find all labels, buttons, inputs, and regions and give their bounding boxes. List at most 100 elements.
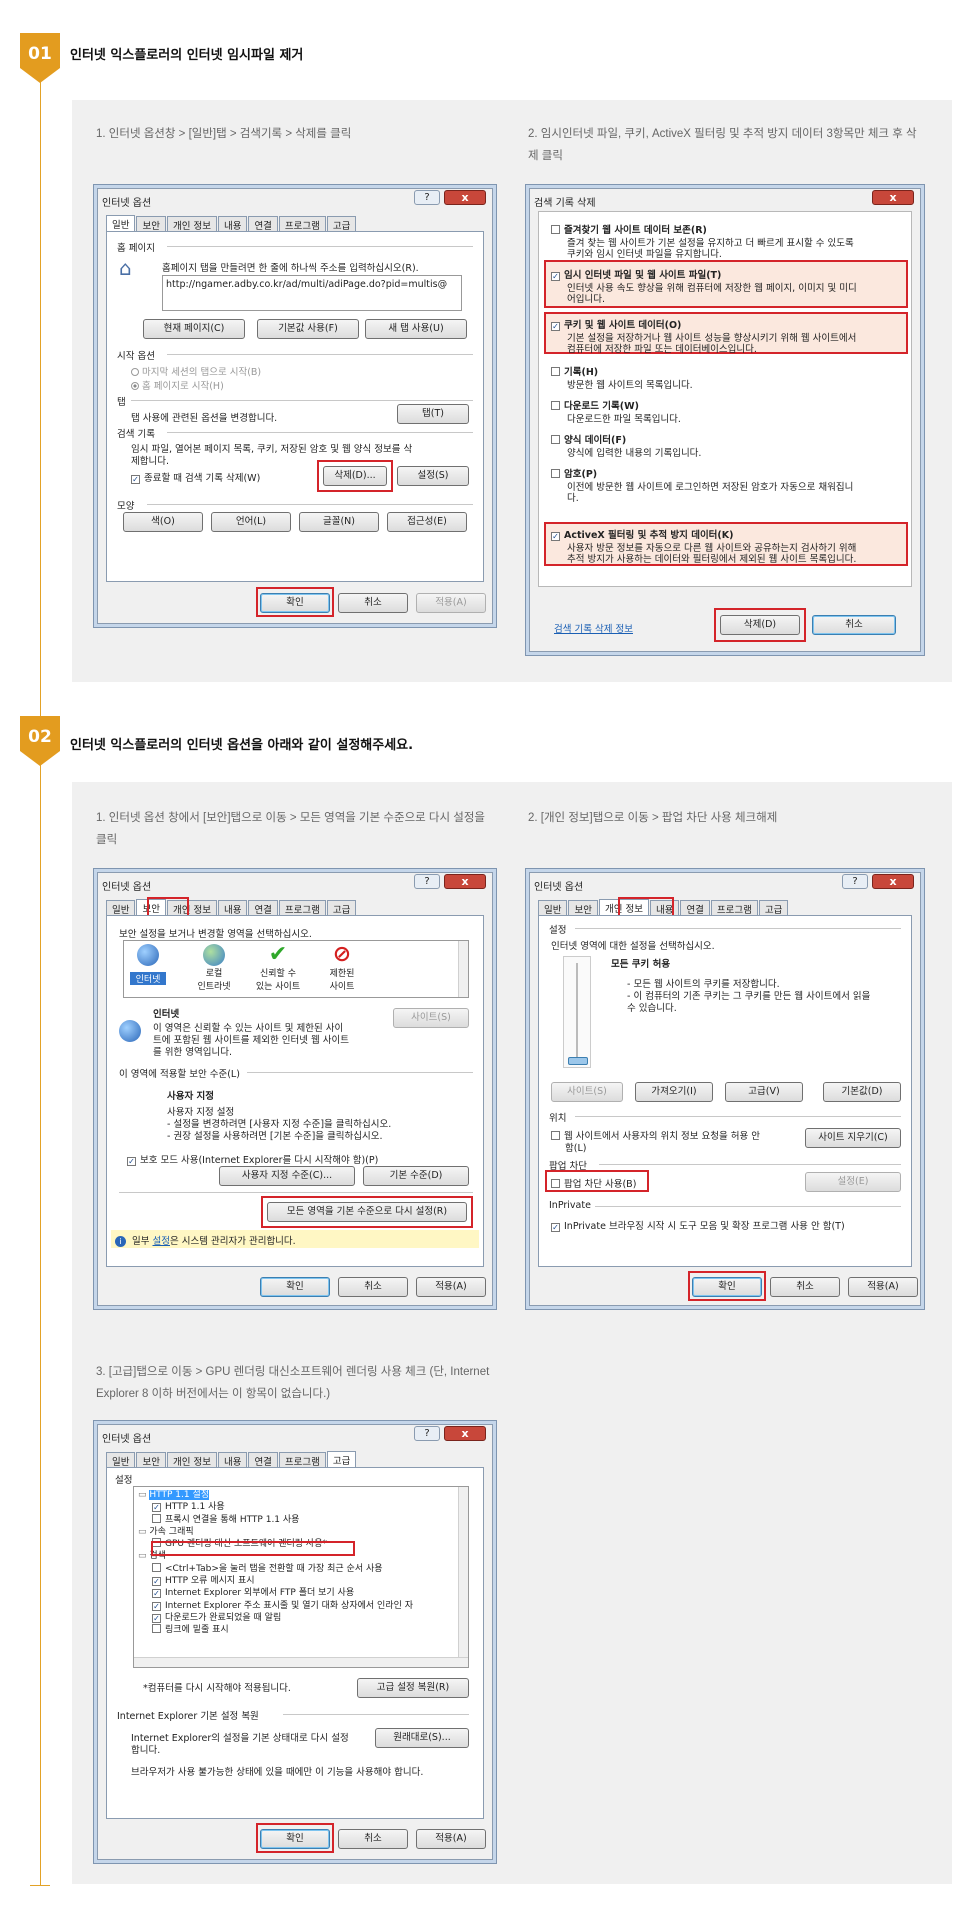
tab-advanced[interactable]: 고급 — [326, 1451, 357, 1467]
highlight-box — [151, 1541, 355, 1556]
tab-connections[interactable]: 연결 — [248, 1452, 278, 1468]
custom-level-button[interactable]: 사용자 지정 수준(C)... — [219, 1166, 355, 1186]
close-button[interactable]: x — [444, 874, 486, 889]
tree-option[interactable]: 프록시 연결을 통해 HTTP 1.1 사용 — [138, 1513, 464, 1526]
option-history[interactable]: 기록(H) — [551, 364, 598, 378]
sites-button[interactable]: 사이트(S) — [551, 1082, 623, 1102]
tab-security[interactable]: 보안 — [568, 900, 598, 916]
clear-sites-button[interactable]: 사이트 지우기(C) — [805, 1128, 901, 1148]
level-desc: 수 있습니다. — [627, 1003, 677, 1014]
tab-advanced[interactable]: 고급 — [758, 900, 789, 916]
zone-trusted-sites[interactable]: ✔ 신뢰할 수 있는 사이트 — [248, 944, 308, 993]
default-level-button[interactable]: 기본 수준(D) — [363, 1166, 469, 1186]
zone-restricted-sites[interactable]: ⊘ 제한된 사이트 — [318, 944, 366, 993]
languages-button[interactable]: 언어(L) — [211, 512, 291, 532]
tab-privacy[interactable]: 개인 정보 — [166, 216, 217, 232]
protected-mode-checkbox[interactable]: ✓ 보호 모드 사용(Internet Explorer를 다시 시작해야 함)(… — [127, 1152, 378, 1166]
tree-option[interactable]: ✓ HTTP 오류 메시지 표시 — [138, 1575, 464, 1587]
option-preserve-favorites[interactable]: 즐겨찾기 웹 사이트 데이터 보존(R) — [551, 222, 707, 236]
cancel-button[interactable]: 취소 — [338, 593, 408, 613]
tab-general[interactable]: 일반 — [106, 900, 136, 916]
option-form-data[interactable]: 양식 데이터(F) — [551, 432, 626, 446]
highlight-box — [261, 1196, 473, 1228]
privacy-slider[interactable] — [563, 956, 591, 1068]
advanced-button[interactable]: 고급(V) — [725, 1082, 803, 1102]
option-download-history[interactable]: 다운로드 기록(W) — [551, 398, 639, 412]
import-button[interactable]: 가져오기(I) — [635, 1082, 713, 1102]
startup-option-homepage[interactable]: 홈 페이지로 시작(H) — [131, 378, 224, 392]
current-page-button[interactable]: 현재 페이지(C) — [143, 319, 245, 339]
apply-button[interactable]: 적용(A) — [416, 1277, 486, 1297]
settings-link[interactable]: 설정 — [153, 1236, 170, 1247]
tab-advanced[interactable]: 고급 — [326, 216, 357, 232]
zone-scrollbar[interactable] — [458, 941, 468, 997]
colors-button[interactable]: 색(O) — [123, 512, 203, 532]
tab-connections[interactable]: 연결 — [680, 900, 710, 916]
tab-programs[interactable]: 프로그램 — [278, 216, 326, 232]
tree-option[interactable]: <Ctrl+Tab>을 눌러 탭을 전환할 때 가장 최근 순서 사용 — [138, 1562, 464, 1575]
tree-option[interactable]: ✓ Internet Explorer 주소 표시줄 및 열기 대화 상자에서 인… — [138, 1600, 464, 1612]
tree-option[interactable]: ✓ 다운로드가 완료되었을 때 알림 — [138, 1612, 464, 1624]
tab-content[interactable]: 내용 — [217, 900, 248, 916]
startup-option-last-session[interactable]: 마지막 세션의 탭으로 시작(B) — [131, 364, 261, 378]
close-button[interactable]: x — [444, 190, 486, 205]
tab-connections[interactable]: 연결 — [248, 216, 278, 232]
tree-group: ▭ 가속 그래픽 — [138, 1526, 194, 1537]
delete-on-exit-checkbox[interactable]: ✓ 종료할 때 검색 기록 삭제(W) — [131, 470, 260, 484]
close-button[interactable]: x — [872, 190, 914, 205]
homepage-input[interactable]: http://ngamer.adby.co.kr/ad/multi/adiPag… — [162, 275, 462, 311]
tab-general[interactable]: 일반 — [538, 900, 568, 916]
tab-security[interactable]: 보안 — [136, 216, 166, 232]
help-button[interactable]: ? — [414, 874, 440, 889]
tab-programs[interactable]: 프로그램 — [278, 900, 326, 916]
tree-scrollbar[interactable] — [458, 1487, 468, 1657]
cancel-button[interactable]: 취소 — [338, 1829, 408, 1849]
apply-button[interactable]: 적용(A) — [416, 593, 486, 613]
option-temp-files[interactable]: ✓ 임시 인터넷 파일 및 웹 사이트 파일(T) — [551, 267, 721, 281]
tab-connections[interactable]: 연결 — [248, 900, 278, 916]
tree-option[interactable]: 링크에 밑줄 표시 — [138, 1624, 464, 1636]
help-button[interactable]: ? — [842, 874, 868, 889]
tree-option[interactable]: ✓ Internet Explorer 외부에서 FTP 폴더 보기 사용 — [138, 1587, 464, 1599]
sites-button[interactable]: 사이트(S) — [393, 1008, 469, 1028]
zone-internet[interactable]: 인터넷 — [130, 944, 166, 994]
ok-button[interactable]: 확인 — [260, 1277, 330, 1297]
tab-advanced[interactable]: 고급 — [326, 900, 357, 916]
close-button[interactable]: x — [444, 1426, 486, 1441]
tree-option[interactable]: ✓ HTTP 1.1 사용 — [138, 1501, 464, 1513]
popup-settings-button[interactable]: 설정(E) — [805, 1172, 901, 1192]
option-passwords[interactable]: 암호(P) — [551, 466, 597, 480]
use-new-tab-button[interactable]: 새 탭 사용(U) — [365, 319, 467, 339]
tab-general[interactable]: 일반 — [106, 215, 136, 231]
inprivate-checkbox[interactable]: ✓ InPrivate 브라우징 시작 시 도구 모음 및 확장 프로그램 사용 … — [551, 1218, 845, 1232]
zone-local-intranet[interactable]: 로컬 인트라넷 — [190, 944, 238, 992]
delete-history-info-link[interactable]: 검색 기록 삭제 정보 — [554, 621, 633, 635]
tab-content[interactable]: 내용 — [217, 1452, 248, 1468]
option-cookies[interactable]: ✓ 쿠키 및 웹 사이트 데이터(O) — [551, 317, 681, 331]
option-activex-tracking[interactable]: ✓ ActiveX 필터링 및 추적 방지 데이터(K) — [551, 527, 733, 541]
tabs-button[interactable]: 탭(T) — [397, 404, 469, 424]
tab-security[interactable]: 보안 — [136, 1452, 166, 1468]
slider-thumb[interactable] — [568, 1057, 588, 1065]
cancel-button[interactable]: 취소 — [770, 1277, 840, 1297]
close-button[interactable]: x — [872, 874, 914, 889]
use-default-button[interactable]: 기본값 사용(F) — [257, 319, 359, 339]
accessibility-button[interactable]: 접근성(E) — [387, 512, 467, 532]
tab-general[interactable]: 일반 — [106, 1452, 136, 1468]
cancel-button[interactable]: 취소 — [812, 615, 896, 635]
apply-button[interactable]: 적용(A) — [848, 1277, 918, 1297]
tab-programs[interactable]: 프로그램 — [710, 900, 758, 916]
default-button[interactable]: 기본값(D) — [823, 1082, 901, 1102]
tree-hscrollbar[interactable] — [134, 1657, 468, 1667]
apply-button[interactable]: 적용(A) — [416, 1829, 486, 1849]
tab-privacy[interactable]: 개인 정보 — [166, 1452, 217, 1468]
help-button[interactable]: ? — [414, 1426, 440, 1441]
restore-advanced-button[interactable]: 고급 설정 복원(R) — [357, 1678, 469, 1698]
help-button[interactable]: ? — [414, 190, 440, 205]
fonts-button[interactable]: 글꼴(N) — [299, 512, 379, 532]
reset-button[interactable]: 원래대로(S)... — [375, 1728, 469, 1748]
tab-content[interactable]: 내용 — [217, 216, 248, 232]
tab-programs[interactable]: 프로그램 — [278, 1452, 326, 1468]
settings-button[interactable]: 설정(S) — [397, 466, 469, 486]
cancel-button[interactable]: 취소 — [338, 1277, 408, 1297]
